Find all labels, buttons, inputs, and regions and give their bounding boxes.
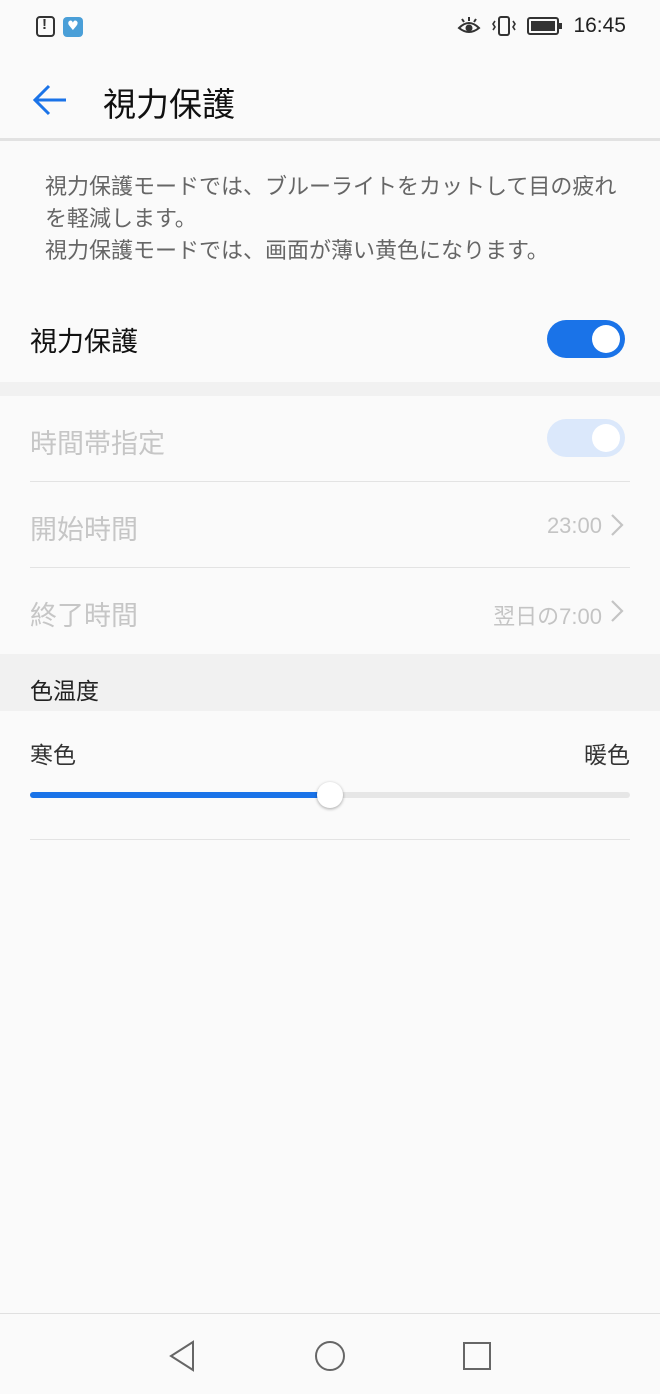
toggle-knob [592,325,620,353]
vibrate-icon [492,16,517,36]
color-temperature-slider[interactable] [30,782,630,808]
description-line-2: 視力保護モードでは、画面が薄い黄色になります。 [45,239,549,264]
navigation-bar [0,1313,660,1394]
schedule-label: 時間帯指定 [30,429,165,460]
app-bar-divider [0,138,660,141]
schedule-row[interactable]: 時間帯指定 [30,396,630,481]
description: 視力保護モードでは、ブルーライトをカットして目の疲れを軽減します。 視力保護モー… [45,172,635,268]
end-time-label: 終了時間 [30,601,138,632]
slider-thumb[interactable] [317,782,343,808]
cool-label: 寒色 [30,743,76,769]
color-temperature-header: 色温度 [0,654,660,711]
toggle-knob [592,424,620,452]
chevron-right-icon [611,600,624,622]
eye-protection-toggle[interactable] [547,320,625,358]
description-line-1: 視力保護モードでは、ブルーライトをカットして目の疲れを軽減します。 [45,175,617,232]
chevron-right-icon [611,514,624,536]
slider-fill [30,792,330,798]
battery-icon [527,17,563,35]
app-bar: 視力保護 [0,56,660,140]
start-time-label: 開始時間 [30,515,138,546]
end-time-row[interactable]: 終了時間 翌日の7:00 [30,568,630,653]
health-app-icon: ♥ [63,16,83,37]
slider-bottom-divider [30,839,630,840]
recents-square-icon[interactable] [457,1336,497,1376]
back-triangle-icon[interactable] [163,1336,203,1376]
eye-protection-label: 視力保護 [30,327,138,358]
start-time-value: 23:00 [546,513,602,538]
start-time-row[interactable]: 開始時間 23:00 [30,482,630,567]
back-arrow-icon[interactable] [30,80,70,120]
eye-comfort-icon [457,17,481,33]
section-separator [0,382,660,396]
color-temperature-title: 色温度 [30,679,99,705]
home-circle-icon[interactable] [310,1336,350,1376]
warm-label: 暖色 [584,743,630,769]
page-title: 視力保護 [103,85,235,124]
eye-protection-row[interactable]: 視力保護 [30,300,630,380]
end-time-value: 翌日の7:00 [493,604,602,629]
status-bar: ♥ 16:45 [0,0,660,56]
schedule-toggle[interactable] [547,419,625,457]
alert-icon [36,16,55,37]
clock: 16:45 [573,14,626,37]
